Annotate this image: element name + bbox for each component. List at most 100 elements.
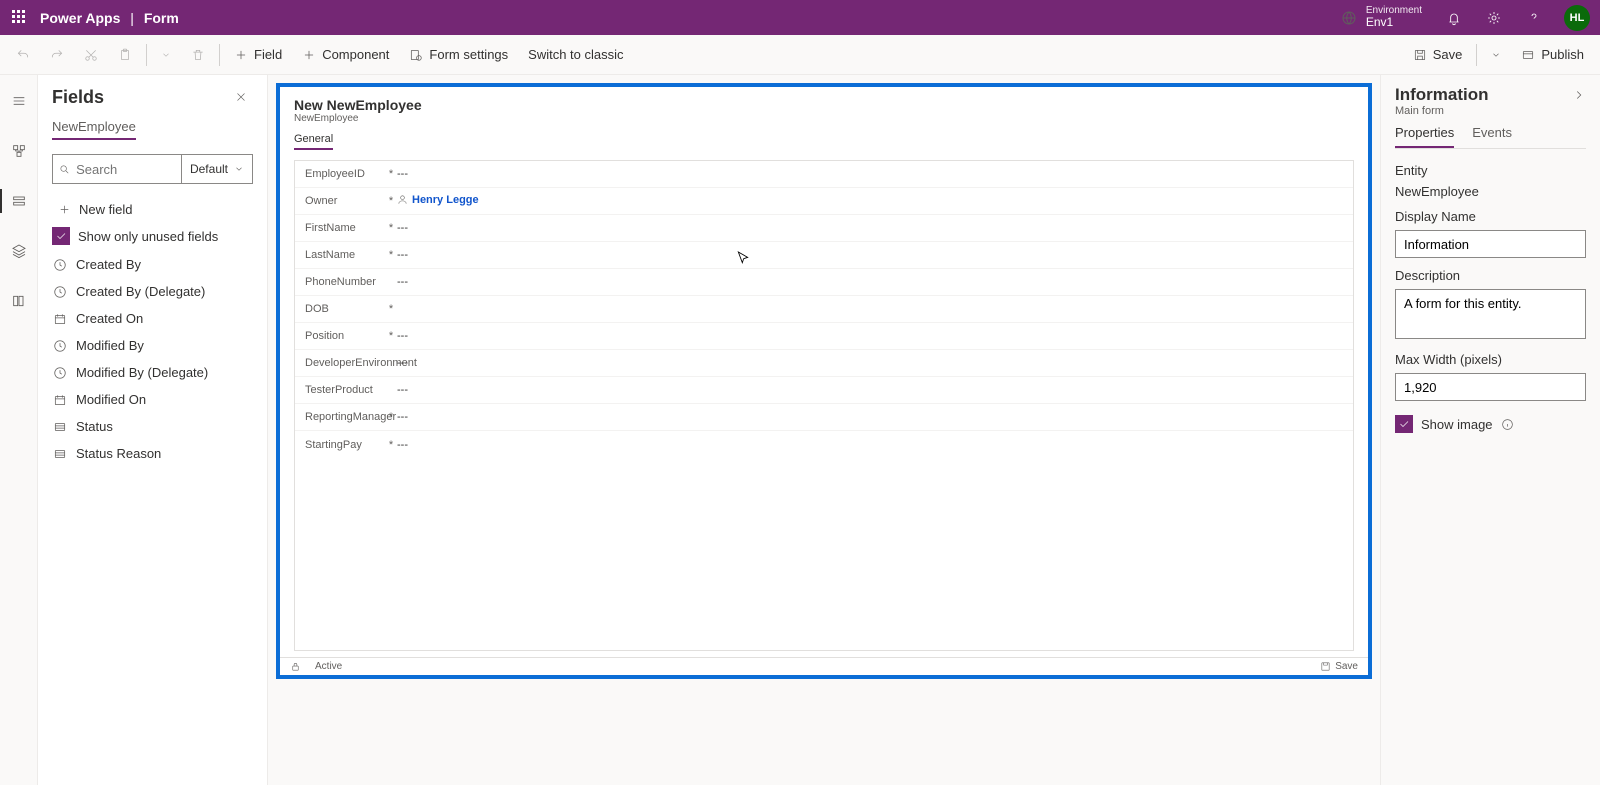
rail-hamburger[interactable] — [3, 85, 35, 117]
tab-events[interactable]: Events — [1472, 125, 1512, 148]
form-field-row[interactable]: DeveloperEnvironment--- — [295, 350, 1353, 377]
form-field-row[interactable]: EmployeeID*--- — [295, 161, 1353, 188]
owner-value: Henry Legge — [397, 194, 479, 206]
tab-properties[interactable]: Properties — [1395, 125, 1454, 148]
checkbox-checked-icon — [52, 227, 70, 245]
clock-icon — [52, 285, 68, 299]
redo-icon — [50, 48, 64, 62]
rail-fields[interactable] — [3, 185, 35, 217]
library-icon — [11, 293, 27, 309]
notifications-button[interactable] — [1434, 0, 1474, 35]
display-name-input[interactable] — [1395, 230, 1586, 258]
field-list-item[interactable]: Created On — [38, 305, 267, 332]
waffle-icon — [12, 10, 28, 26]
field-list-label: Modified On — [76, 392, 146, 407]
switch-classic-button[interactable]: Switch to classic — [520, 39, 631, 71]
settings-button[interactable] — [1474, 0, 1514, 35]
new-field-button[interactable]: New field — [52, 196, 253, 223]
field-list-item[interactable]: Created By (Delegate) — [38, 278, 267, 305]
form-field-value: --- — [397, 384, 408, 396]
app-launcher-button[interactable] — [0, 0, 40, 35]
paste-button[interactable] — [110, 39, 140, 71]
show-unused-checkbox[interactable]: Show only unused fields — [52, 227, 253, 245]
calendar-icon — [52, 312, 68, 326]
field-list-item[interactable]: Status — [38, 413, 267, 440]
form-canvas: New NewEmployee NewEmployee General Empl… — [268, 75, 1380, 785]
rail-components[interactable] — [3, 235, 35, 267]
form-field-label: DOB — [305, 303, 385, 315]
form-field-row[interactable]: Position*--- — [295, 323, 1353, 350]
layers-icon — [11, 243, 27, 259]
chevron-right-icon[interactable] — [1572, 88, 1586, 102]
form-field-row[interactable]: ReportingManager*--- — [295, 404, 1353, 431]
field-list-item[interactable]: Modified On — [38, 386, 267, 413]
save-dropdown[interactable] — [1483, 39, 1509, 71]
list-icon — [52, 420, 68, 434]
properties-subtitle: Main form — [1395, 105, 1586, 117]
environment-picker[interactable]: Environment Env1 — [1340, 5, 1422, 29]
form-selection[interactable]: New NewEmployee NewEmployee General Empl… — [276, 83, 1372, 679]
form-field-label: EmployeeID — [305, 168, 385, 180]
required-marker: * — [385, 330, 397, 342]
delete-button[interactable] — [183, 39, 213, 71]
field-list-item[interactable]: Modified By — [38, 332, 267, 359]
form-footer-save: Save — [1335, 661, 1358, 672]
help-icon — [1526, 10, 1542, 26]
form-record-title: New NewEmployee — [294, 97, 1354, 113]
user-avatar[interactable]: HL — [1564, 5, 1590, 31]
bell-icon — [1446, 10, 1462, 26]
plus-icon — [234, 48, 248, 62]
environment-icon — [1340, 9, 1358, 27]
field-list-label: Created By (Delegate) — [76, 284, 205, 299]
description-input[interactable] — [1395, 289, 1586, 339]
field-list-item[interactable]: Created By — [38, 251, 267, 278]
form-field-label: DeveloperEnvironment — [305, 357, 385, 369]
field-list-item[interactable]: Modified By (Delegate) — [38, 359, 267, 386]
entity-label: Entity — [1395, 163, 1586, 178]
plus-icon — [58, 203, 71, 216]
form-field-row[interactable]: FirstName*--- — [295, 215, 1353, 242]
form-field-value: --- — [397, 411, 408, 423]
properties-panel: Information Main form Properties Events … — [1380, 75, 1600, 785]
rail-library[interactable] — [3, 285, 35, 317]
fields-panel-close[interactable] — [229, 85, 253, 109]
left-rail — [0, 75, 38, 785]
form-field-label: ReportingManager — [305, 411, 385, 423]
undo-button[interactable] — [8, 39, 38, 71]
paste-dropdown[interactable] — [153, 39, 179, 71]
cut-button[interactable] — [76, 39, 106, 71]
add-field-button[interactable]: Field — [226, 39, 290, 71]
show-image-checkbox[interactable]: Show image — [1395, 415, 1586, 433]
entity-value: NewEmployee — [1395, 184, 1586, 199]
form-field-row[interactable]: Owner*Henry Legge — [295, 188, 1353, 215]
rail-tree[interactable] — [3, 135, 35, 167]
maxwidth-input[interactable] — [1395, 373, 1586, 401]
fields-filter-dropdown[interactable]: Default — [181, 155, 252, 183]
properties-title: Information — [1395, 85, 1572, 105]
form-settings-icon — [409, 48, 423, 62]
field-list-label: Created On — [76, 311, 143, 326]
required-marker: * — [385, 222, 397, 234]
field-list-item[interactable]: Status Reason — [38, 440, 267, 467]
form-field-row[interactable]: TesterProduct--- — [295, 377, 1353, 404]
fields-search-input[interactable] — [76, 162, 175, 177]
fields-icon — [11, 193, 27, 209]
fields-entity-tab[interactable]: NewEmployee — [52, 119, 136, 140]
publish-button[interactable]: Publish — [1513, 39, 1592, 71]
clock-icon — [52, 258, 68, 272]
title-separator: | — [130, 10, 134, 26]
form-field-row[interactable]: StartingPay*--- — [295, 431, 1353, 458]
save-button[interactable]: Save — [1405, 39, 1471, 71]
help-button[interactable] — [1514, 0, 1554, 35]
redo-button[interactable] — [42, 39, 72, 71]
form-record-subtitle: NewEmployee — [294, 113, 1354, 124]
form-tab-general[interactable]: General — [294, 133, 333, 150]
form-field-row[interactable]: PhoneNumber--- — [295, 269, 1353, 296]
command-bar: Field Component Form settings Switch to … — [0, 35, 1600, 75]
form-field-label: Owner — [305, 195, 385, 207]
form-field-row[interactable]: DOB* — [295, 296, 1353, 323]
fields-panel: Fields NewEmployee Default New field Sho… — [38, 75, 268, 785]
form-field-row[interactable]: LastName*--- — [295, 242, 1353, 269]
add-component-button[interactable]: Component — [294, 39, 397, 71]
form-settings-button[interactable]: Form settings — [401, 39, 516, 71]
